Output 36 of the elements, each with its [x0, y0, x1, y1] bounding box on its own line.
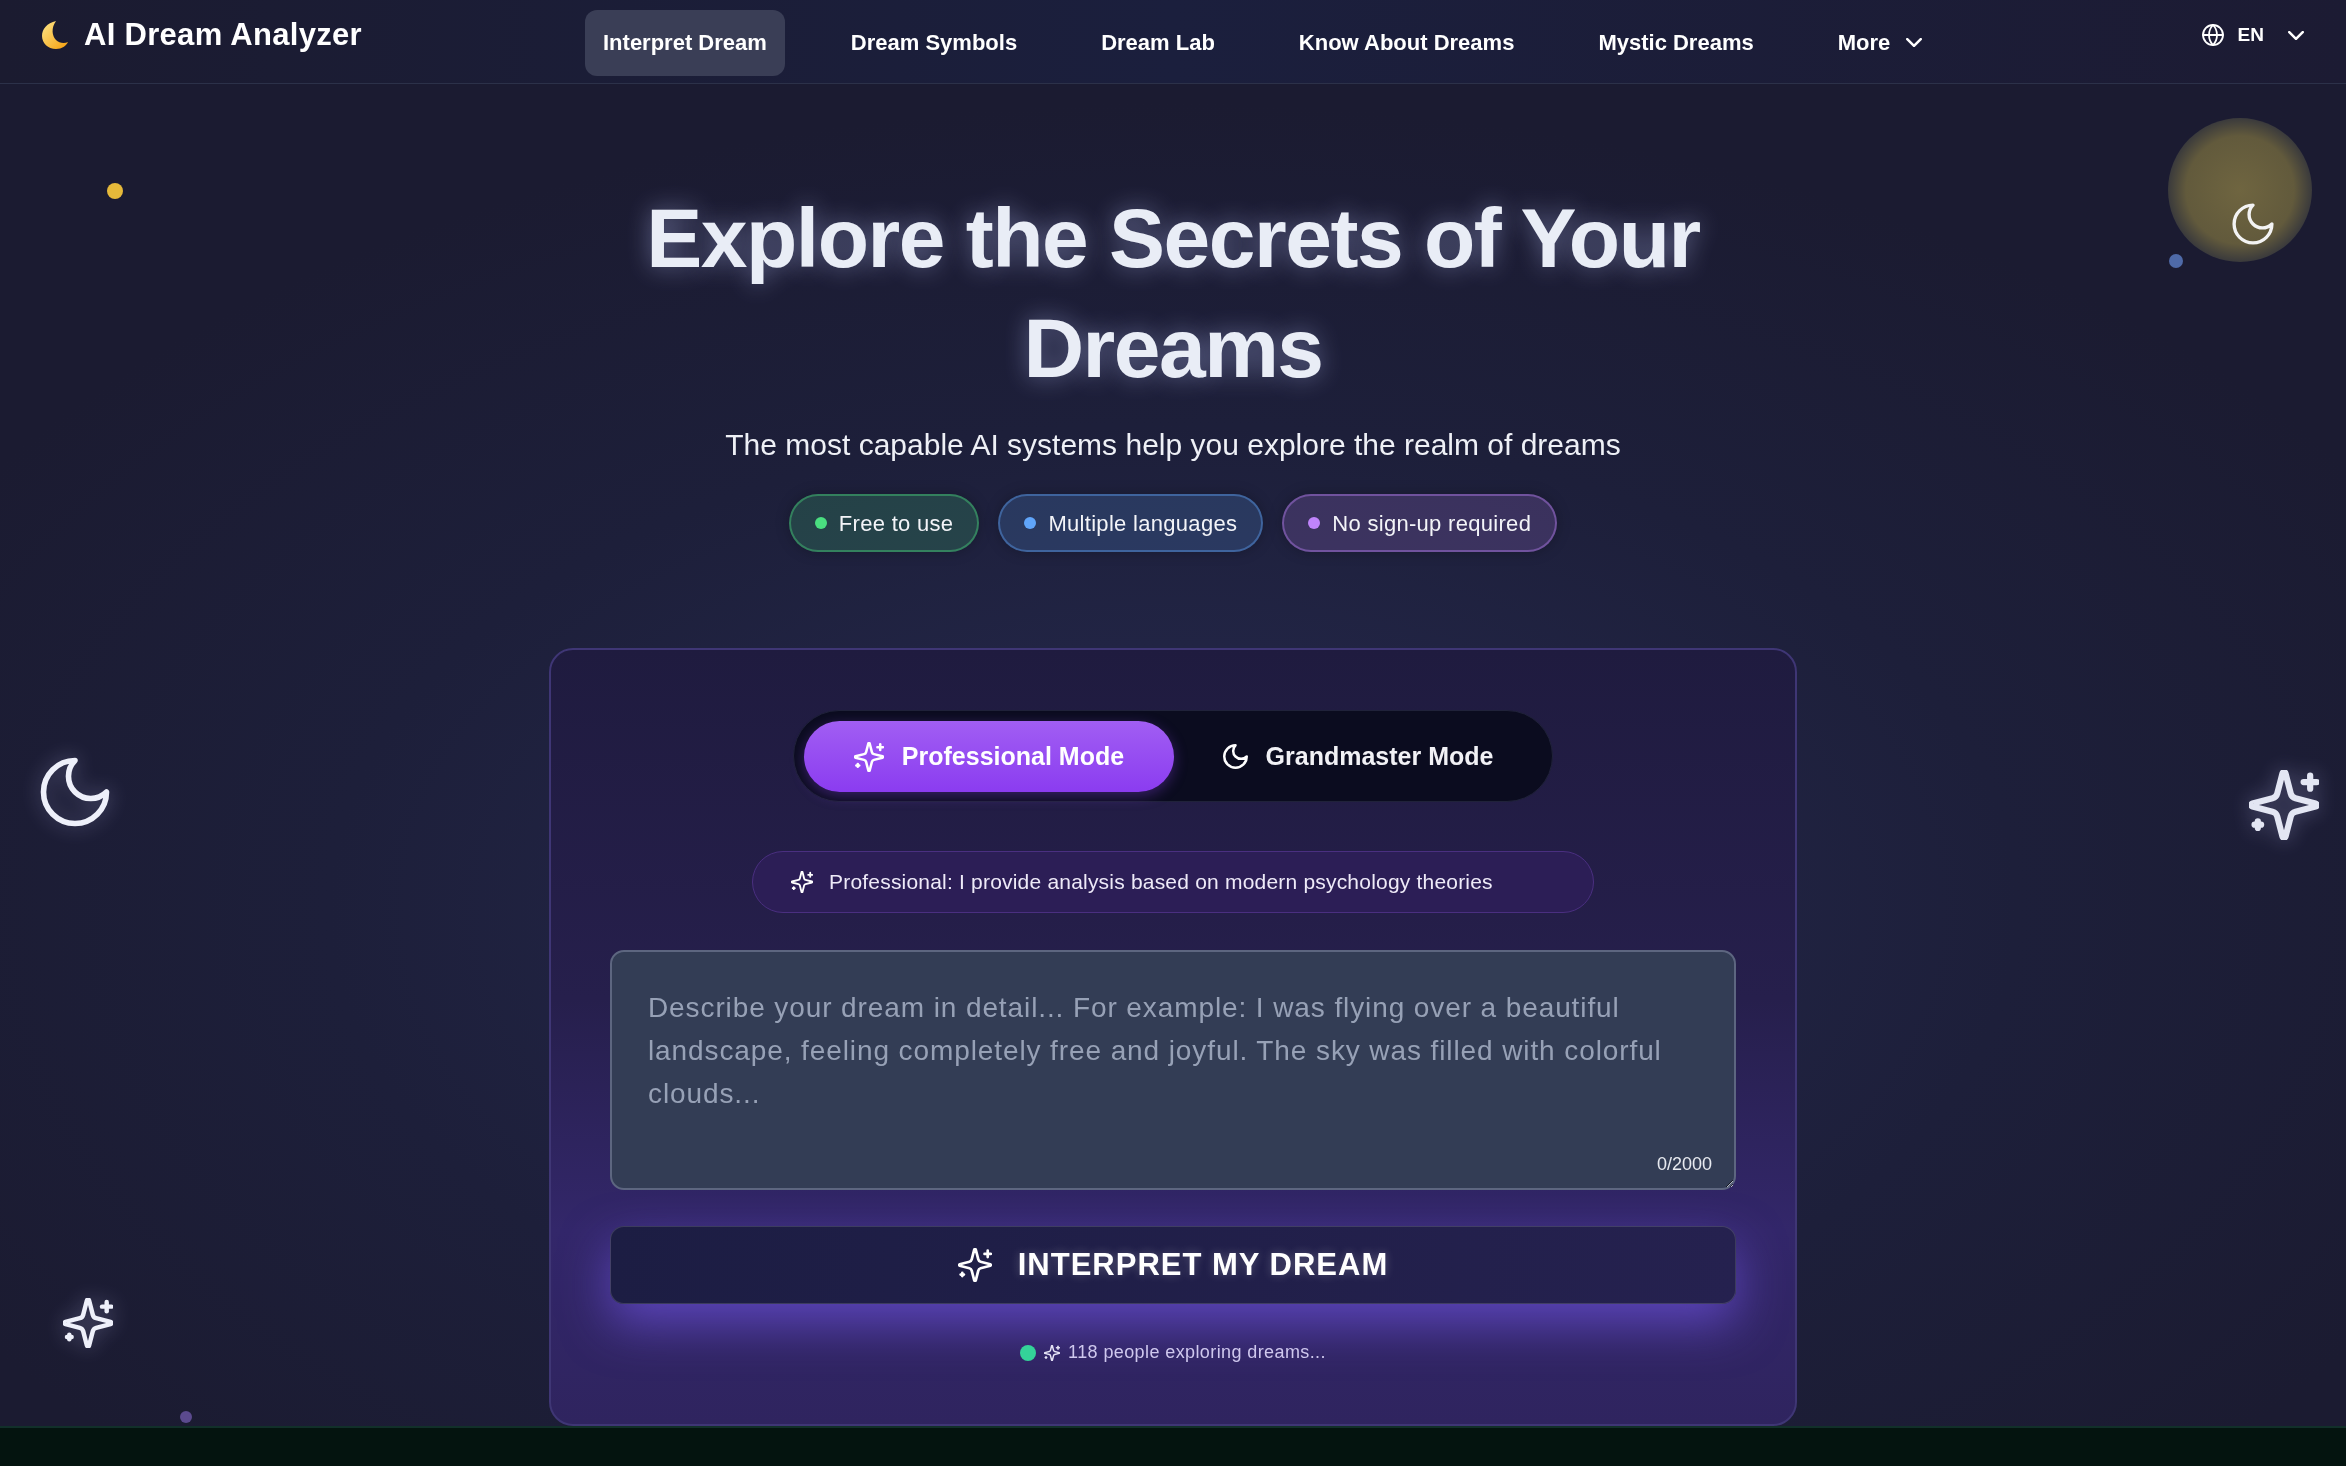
interpret-button[interactable]: INTERPRET MY DREAM — [610, 1226, 1736, 1304]
hero-subtitle: The most capable AI systems help you explore the realm of dreams — [724, 427, 1622, 463]
nav-link[interactable]: Dream Lab — [1083, 9, 1233, 76]
sparkle-icon — [2249, 770, 2319, 840]
nav-link[interactable]: Dream Symbols — [832, 9, 1036, 76]
moon-glow-icon — [2168, 118, 2312, 262]
glow-dot-icon — [180, 1411, 192, 1423]
feature-label: No sign-up required — [1332, 509, 1532, 538]
nav-link[interactable]: Interpret Dream — [585, 9, 785, 76]
moon-icon — [1222, 744, 1248, 769]
glow-dot-icon — [107, 183, 123, 199]
brand-name[interactable]: AI Dream Analyzer — [84, 11, 362, 59]
glow-dot-icon — [2169, 254, 2183, 268]
feature-label: Multiple languages — [1048, 509, 1238, 538]
nav-link[interactable]: Mystic Dreams — [1580, 9, 1772, 76]
chevron-down-icon — [2288, 30, 2304, 40]
moon-icon — [40, 757, 110, 827]
chevron-down-icon — [1906, 38, 1923, 47]
hero-title: Explore the Secrets of Your Dreams — [645, 190, 1701, 397]
character-counter: 0/2000 — [1656, 1153, 1712, 1176]
mode-tab[interactable]: Grandmaster Mode — [1174, 721, 1542, 792]
menu-dropdown[interactable]: More — [1819, 9, 1941, 76]
language-selector[interactable]: EN — [2201, 2, 2304, 68]
sparkle-icon — [853, 741, 884, 772]
mode-info-text: Professional: I provide analysis based on modern psychology theories — [829, 869, 1493, 896]
sparkle-icon — [791, 871, 813, 893]
nav-link[interactable]: Know About Dreams — [1280, 9, 1533, 76]
mode-tab[interactable]: Professional Mode — [804, 721, 1174, 792]
sparkle-icon — [1044, 1344, 1061, 1361]
status-dot-icon — [1020, 1344, 1037, 1361]
sparkle-icon — [63, 1298, 113, 1348]
crescent-moon-icon — [42, 21, 68, 49]
sparkle-icon — [957, 1248, 992, 1282]
activity-text: 118 people exploring dreams... — [1068, 1341, 1326, 1364]
feature-label: Free to use — [838, 509, 954, 538]
globe-icon — [2201, 24, 2224, 46]
